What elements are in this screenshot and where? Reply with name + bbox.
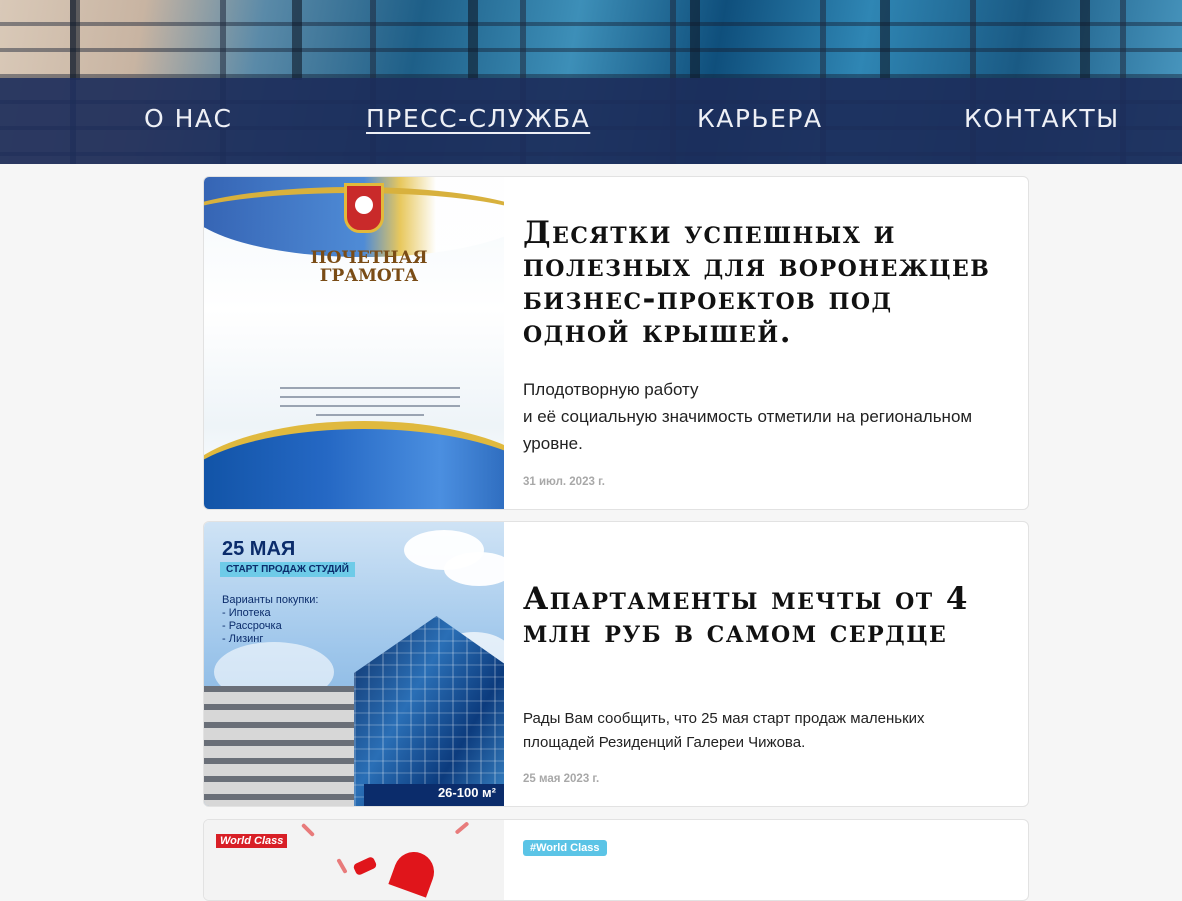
decorative-wave [204,421,504,509]
decorative-dash [454,821,470,835]
facade-line [70,0,80,80]
facade-line [880,0,890,80]
news-title[interactable]: Десятки успешных и полезных для воронежц… [523,217,998,349]
certificate-image: ПОЧЕТНАЯ ГРАМОТА [204,177,504,509]
news-card-image[interactable]: ПОЧЕТНАЯ ГРАМОТА [204,177,504,509]
news-card[interactable]: 25 МАЯ СТАРТ ПРОДАЖ СТУДИЙ Варианты поку… [203,521,1029,807]
world-class-logo: World Class [216,834,288,848]
nav-item-contacts[interactable]: КОНТАКТЫ [964,78,1120,164]
main-nav: О НАС ПРЕСС-СЛУЖБА КАРЬЕРА КОНТАКТЫ [0,78,1182,164]
apartment-ad-image: 25 МАЯ СТАРТ ПРОДАЖ СТУДИЙ Варианты поку… [204,522,504,806]
nav-item-career[interactable]: КАРЬЕРА [697,78,823,164]
world-class-image: World Class [204,820,504,900]
building-left [204,686,359,806]
news-card-image[interactable]: World Class [204,820,504,900]
news-excerpt: Рады Вам сообщить, что 25 мая старт прод… [523,710,925,751]
news-card[interactable]: ПОЧЕТНАЯ ГРАМОТА Десятки успешных и поле… [203,176,1029,510]
cloud-shape [444,552,504,586]
decorative-shape [388,846,440,898]
ad-area: 26-100 м² [364,784,504,806]
news-card-image[interactable]: 25 МАЯ СТАРТ ПРОДАЖ СТУДИЙ Варианты поку… [204,522,504,806]
news-title[interactable]: Апартаменты мечты от 4 млн руб в самом с… [523,583,998,649]
ad-purchase-options: Варианты покупки: - Ипотека - Рассрочка … [222,594,319,645]
facade-line [690,0,700,80]
nav-item-about[interactable]: О НАС [144,78,232,164]
decorative-dash [300,822,316,838]
news-date: 31 июл. 2023 г. [523,476,605,488]
ad-tag: СТАРТ ПРОДАЖ СТУДИЙ [220,562,355,577]
facade-line [468,0,478,80]
facade-line [292,0,302,80]
hashtag-badge[interactable]: #World Class [523,840,607,856]
ad-date: 25 МАЯ [222,538,296,560]
nav-item-press[interactable]: ПРЕСС-СЛУЖБА [366,78,590,164]
certificate-heading: ПОЧЕТНАЯ ГРАМОТА [310,248,428,286]
news-date: 25 мая 2023 г. [523,773,600,785]
news-excerpt: Плодотворную работу и её социальную знач… [523,380,973,453]
header-banner: О НАС ПРЕСС-СЛУЖБА КАРЬЕРА КОНТАКТЫ [0,0,1182,164]
coat-of-arms-icon [344,183,384,233]
decorative-shape [352,855,378,877]
news-card[interactable]: World Class #World Class [203,819,1029,901]
decorative-dash [336,858,348,874]
facade-line [1080,0,1090,80]
